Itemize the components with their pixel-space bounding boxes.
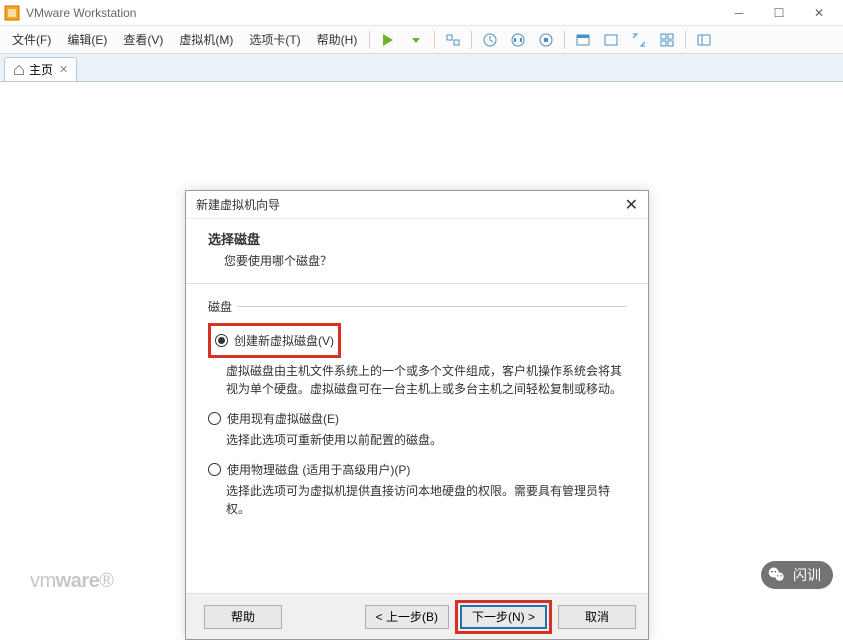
highlighted-next: 下一步(N) > xyxy=(455,600,552,634)
vmware-watermark: vmware® xyxy=(30,570,114,593)
menu-view[interactable]: 查看(V) xyxy=(115,27,171,52)
dialog-footer: 帮助 < 上一步(B) 下一步(N) > 取消 xyxy=(186,593,648,639)
dialog-close-icon[interactable]: ✕ xyxy=(625,195,638,215)
radio-use-existing-disk[interactable]: 使用现有虚拟磁盘(E) xyxy=(208,410,626,427)
radio-label: 使用物理磁盘 (适用于高级用户)(P) xyxy=(227,461,410,478)
close-button[interactable]: ✕ xyxy=(799,0,839,26)
content-area: 新建虚拟机向导 ✕ 选择磁盘 您要使用哪个磁盘？ 磁盘 创建新虚拟磁盘(V) 虚… xyxy=(0,82,843,599)
dialog-header: 新建虚拟机向导 ✕ xyxy=(186,191,648,219)
menu-help[interactable]: 帮助(H) xyxy=(309,27,366,52)
radio-label: 创建新虚拟磁盘(V) xyxy=(234,332,334,349)
radio-desc-physical: 选择此选项可为虚拟机提供直接访问本地硬盘的权限。需要具有管理员特权。 xyxy=(226,482,626,518)
menubar: 文件(F) 编辑(E) 查看(V) 虚拟机(M) 选项卡(T) 帮助(H) xyxy=(0,26,843,54)
app-icon xyxy=(4,5,20,21)
stretch-icon[interactable] xyxy=(627,28,651,52)
help-button[interactable]: 帮助 xyxy=(204,605,282,629)
tab-close-icon[interactable]: ✕ xyxy=(59,63,68,76)
menu-edit[interactable]: 编辑(E) xyxy=(59,27,115,52)
manage-icon[interactable] xyxy=(534,28,558,52)
cancel-button[interactable]: 取消 xyxy=(558,605,636,629)
window-title: VMware Workstation xyxy=(26,6,719,20)
wechat-icon xyxy=(767,565,787,585)
suspend-icon[interactable] xyxy=(506,28,530,52)
dialog-heading-area: 选择磁盘 您要使用哪个磁盘？ xyxy=(186,219,648,284)
separator xyxy=(369,31,370,49)
radio-create-new-disk[interactable]: 创建新虚拟磁盘(V) xyxy=(215,332,334,349)
home-icon xyxy=(13,64,25,76)
dialog-heading: 选择磁盘 xyxy=(208,229,626,248)
separator xyxy=(434,31,435,49)
fieldset-disk: 磁盘 xyxy=(208,298,626,315)
maximize-button[interactable]: ☐ xyxy=(759,0,799,26)
tabbar: 主页 ✕ xyxy=(0,54,843,82)
separator xyxy=(685,31,686,49)
back-button[interactable]: < 上一步(B) xyxy=(365,605,449,629)
poweron-icon[interactable] xyxy=(376,28,400,52)
dialog-subtitle: 您要使用哪个磁盘？ xyxy=(224,252,626,269)
minimize-button[interactable]: ─ xyxy=(719,0,759,26)
dialog-body: 磁盘 创建新虚拟磁盘(V) 虚拟磁盘由主机文件系统上的一个或多个文件组成，客户机… xyxy=(186,284,648,544)
radio-use-physical-disk[interactable]: 使用物理磁盘 (适用于高级用户)(P) xyxy=(208,461,626,478)
separator xyxy=(471,31,472,49)
tile-icon[interactable] xyxy=(655,28,679,52)
fullscreen-icon[interactable] xyxy=(571,28,595,52)
power-dropdown-icon[interactable] xyxy=(404,28,428,52)
radio-icon xyxy=(215,334,228,347)
window-titlebar: VMware Workstation ─ ☐ ✕ xyxy=(0,0,843,26)
tab-home[interactable]: 主页 ✕ xyxy=(4,57,77,81)
separator xyxy=(564,31,565,49)
menu-tabs[interactable]: 选项卡(T) xyxy=(241,27,308,52)
highlighted-option: 创建新虚拟磁盘(V) xyxy=(208,323,341,358)
radio-icon xyxy=(208,412,221,425)
library-icon[interactable] xyxy=(692,28,716,52)
wechat-watermark: 闪训 xyxy=(761,561,833,589)
unity-icon[interactable] xyxy=(599,28,623,52)
menu-vm[interactable]: 虚拟机(M) xyxy=(171,27,241,52)
new-vm-wizard-dialog: 新建虚拟机向导 ✕ 选择磁盘 您要使用哪个磁盘？ 磁盘 创建新虚拟磁盘(V) 虚… xyxy=(185,190,649,640)
radio-label: 使用现有虚拟磁盘(E) xyxy=(227,410,339,427)
menu-file[interactable]: 文件(F) xyxy=(4,27,59,52)
snapshot-icon[interactable] xyxy=(441,28,465,52)
background-decoration xyxy=(643,82,843,599)
revert-icon[interactable] xyxy=(478,28,502,52)
wechat-label: 闪训 xyxy=(793,565,821,585)
next-button[interactable]: 下一步(N) > xyxy=(460,605,547,629)
radio-desc-existing: 选择此选项可重新使用以前配置的磁盘。 xyxy=(226,431,626,449)
tab-home-label: 主页 xyxy=(29,61,53,78)
radio-icon xyxy=(208,463,221,476)
dialog-title: 新建虚拟机向导 xyxy=(196,196,625,213)
radio-desc-create: 虚拟磁盘由主机文件系统上的一个或多个文件组成，客户机操作系统会将其视为单个硬盘。… xyxy=(226,362,626,398)
